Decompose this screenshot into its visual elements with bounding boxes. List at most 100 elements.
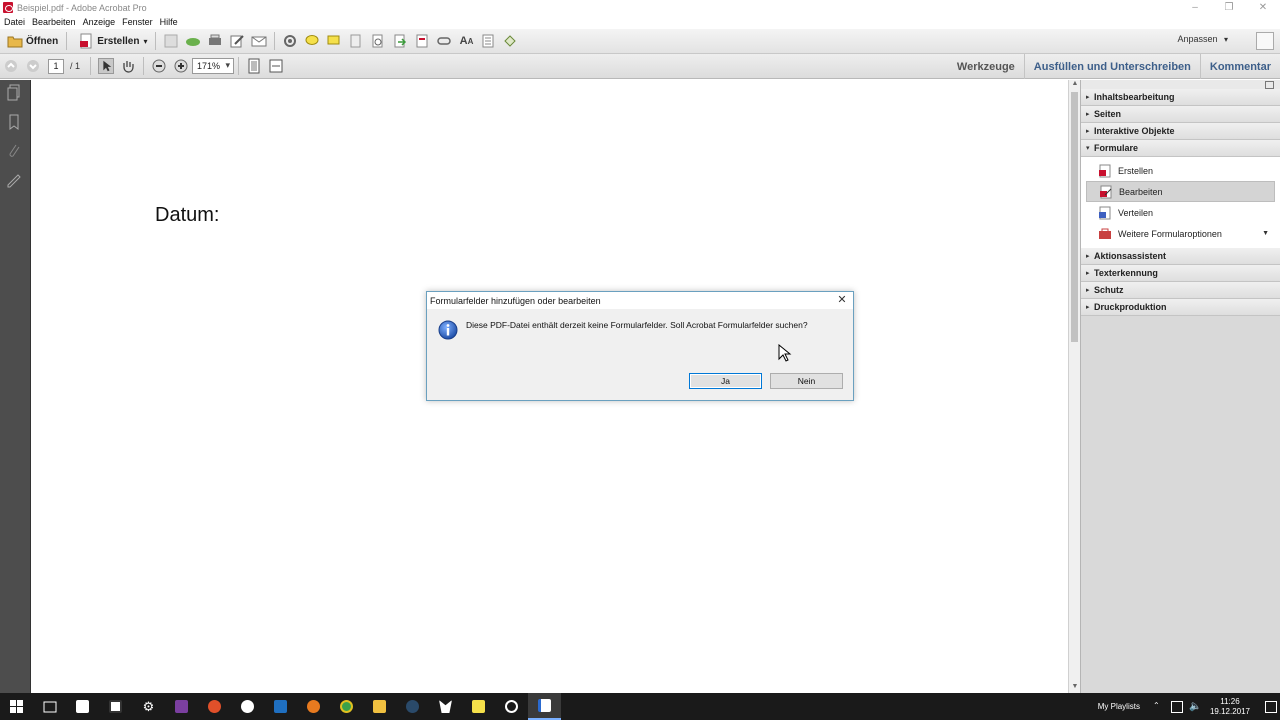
toolbar-separator (90, 57, 92, 75)
taskbar-app-steam[interactable] (396, 693, 429, 720)
taskbar-app-chrome[interactable] (330, 693, 363, 720)
forms-edit-item[interactable]: Bearbeiten (1086, 181, 1275, 202)
gear-icon[interactable] (282, 33, 298, 49)
yes-button[interactable]: Ja (689, 373, 762, 389)
hand-tool-icon[interactable] (120, 58, 136, 74)
restore-icon[interactable]: ❐ (1212, 0, 1246, 15)
menu-datei[interactable]: Datei (4, 17, 25, 27)
notifications-icon[interactable] (1265, 700, 1277, 713)
page-total: / 1 (70, 61, 81, 71)
zoom-in-icon[interactable] (173, 58, 189, 74)
customize-button[interactable]: Anpassen ▾ (1177, 34, 1228, 44)
dialog-message: Diese PDF-Datei enthält derzeit keine Fo… (466, 320, 808, 330)
menu-hilfe[interactable]: Hilfe (160, 17, 178, 27)
taskbar-app-explorer[interactable] (363, 693, 396, 720)
window-title: Beispiel.pdf - Adobe Acrobat Pro (17, 2, 147, 13)
forms-distribute-item[interactable]: Verteilen (1086, 202, 1275, 223)
playlists-label[interactable]: My Playlists (1098, 702, 1140, 711)
edit-icon[interactable] (229, 33, 245, 49)
taskbar-app-firefox[interactable] (297, 693, 330, 720)
select-tool-icon[interactable] (98, 58, 115, 74)
taskbar-app-red[interactable] (198, 693, 231, 720)
pages-thumbnail-icon[interactable] (6, 84, 22, 102)
menu-fenster[interactable]: Fenster (122, 17, 153, 27)
panel-forms[interactable]: ▾ Formulare (1081, 140, 1280, 157)
taskbar-app-tablet[interactable] (66, 693, 99, 720)
toolbar-separator (155, 32, 157, 50)
forms-more-options-item[interactable]: Weitere Formularoptionen ▼ (1086, 223, 1275, 244)
signature-icon[interactable] (6, 171, 22, 189)
tab-fill-sign[interactable]: Ausfüllen und Unterschreiben (1023, 54, 1200, 79)
tab-comment[interactable]: Kommentar (1199, 54, 1280, 79)
link-icon[interactable] (436, 33, 452, 49)
taskbar-app-settings[interactable]: ⚙ (132, 693, 165, 720)
panel-print-production[interactable]: ▸ Druckproduktion (1081, 299, 1280, 316)
start-button[interactable] (0, 693, 33, 720)
volume-icon[interactable]: 🔈 (1189, 701, 1201, 713)
fit-width-icon[interactable] (268, 58, 284, 74)
fit-page-icon[interactable] (246, 58, 262, 74)
tab-tools[interactable]: Werkzeuge (948, 54, 1024, 79)
vertical-scrollbar[interactable]: ▲ ▼ (1068, 80, 1080, 693)
attach-icon[interactable] (370, 33, 386, 49)
clock[interactable]: 11:26 19.12.2017 (1210, 697, 1250, 717)
panel-protection[interactable]: ▸ Schutz (1081, 282, 1280, 299)
info-icon (438, 320, 458, 340)
close-icon[interactable]: ✕ (1246, 0, 1280, 15)
highlight-icon[interactable] (326, 33, 342, 49)
cloud-upload-icon[interactable] (185, 33, 201, 49)
chevron-up-icon[interactable]: ⌃ (1153, 701, 1165, 713)
scrollbar-thumb[interactable] (1071, 92, 1078, 342)
attachment-icon[interactable] (6, 142, 22, 160)
taskbar-app-circle[interactable] (495, 693, 528, 720)
form-icon[interactable] (414, 33, 430, 49)
folder-icon (373, 700, 386, 713)
network-icon[interactable] (1170, 700, 1183, 713)
acrobat-icon (3, 2, 13, 13)
triangle-right-icon: ▸ (1086, 94, 1090, 101)
text-icon[interactable]: AA (458, 33, 474, 49)
windows-icon (10, 700, 23, 713)
panel-content-editing[interactable]: ▸ Inhaltsbearbeitung (1081, 89, 1280, 106)
stamp-icon[interactable] (348, 33, 364, 49)
menu-anzeige[interactable]: Anzeige (83, 17, 116, 27)
taskbar-app-outlook[interactable] (264, 693, 297, 720)
navigation-pane (0, 80, 30, 693)
menu-bearbeiten[interactable]: Bearbeiten (32, 17, 76, 27)
zoom-out-icon[interactable] (151, 58, 167, 74)
page-icon[interactable] (480, 33, 496, 49)
taskbar-app-notes[interactable] (462, 693, 495, 720)
taskbar-app-editor[interactable] (99, 693, 132, 720)
share-icon[interactable] (502, 33, 518, 49)
title-bar: Beispiel.pdf - Adobe Acrobat Pro – ❐ ✕ (0, 0, 1280, 15)
no-button[interactable]: Nein (770, 373, 843, 389)
email-icon[interactable] (251, 33, 267, 49)
minimize-icon[interactable]: – (1178, 0, 1212, 15)
task-view-button[interactable] (33, 693, 66, 720)
page-number-input[interactable]: 1 (48, 58, 64, 74)
save-icon[interactable] (163, 33, 179, 49)
pane-options[interactable] (1081, 80, 1280, 89)
panel-text-recognition[interactable]: ▸ Texterkennung (1081, 265, 1280, 282)
panel-interactive-objects[interactable]: ▸ Interaktive Objekte (1081, 123, 1280, 140)
zoom-select[interactable]: 171% (192, 58, 235, 74)
taskbar-app-acrobat[interactable] (528, 693, 561, 720)
comment-icon[interactable] (304, 33, 320, 49)
toolbar-separator (274, 32, 276, 50)
expand-icon[interactable] (1256, 32, 1274, 50)
next-page-icon[interactable] (25, 58, 41, 74)
create-button[interactable]: Erstellen ▾ (71, 31, 151, 51)
forms-create-item[interactable]: Erstellen (1086, 160, 1275, 181)
print-icon[interactable] (207, 33, 223, 49)
onenote-icon (175, 700, 188, 713)
taskbar-app-onenote[interactable] (165, 693, 198, 720)
panel-pages[interactable]: ▸ Seiten (1081, 106, 1280, 123)
bookmark-icon[interactable] (6, 113, 22, 131)
taskbar-app-security[interactable] (231, 693, 264, 720)
previous-page-icon[interactable] (3, 58, 19, 74)
open-button[interactable]: Öffnen (0, 31, 62, 51)
export-icon[interactable] (392, 33, 408, 49)
taskbar-app-fox[interactable] (429, 693, 462, 720)
close-icon[interactable]: ✕ (836, 294, 848, 306)
panel-action-wizard[interactable]: ▸ Aktionsassistent (1081, 248, 1280, 265)
